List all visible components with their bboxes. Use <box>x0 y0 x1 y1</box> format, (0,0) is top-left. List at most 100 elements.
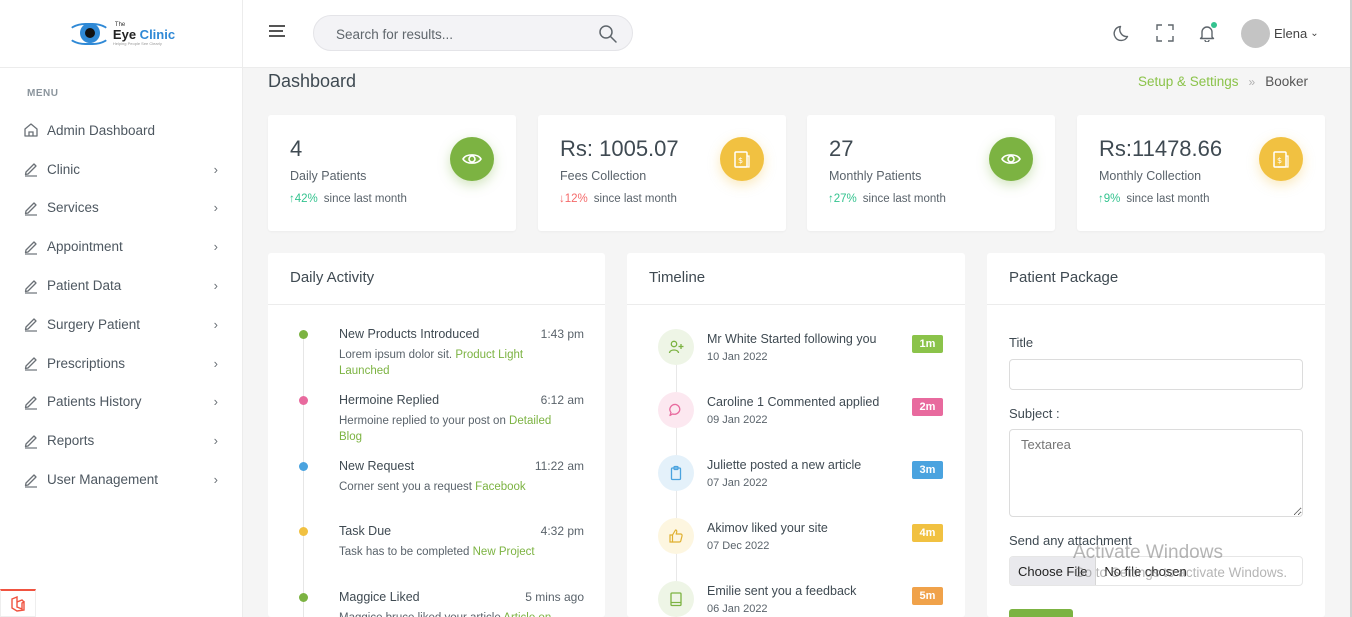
file-input[interactable]: Choose File No file chosen <box>1009 556 1303 586</box>
dark-mode-moon-icon[interactable] <box>1112 22 1134 44</box>
sidebar-item-label: Services <box>47 200 99 216</box>
search-input[interactable] <box>336 24 586 44</box>
comment-icon <box>658 392 694 428</box>
sidebar-item-patients-history[interactable]: Patients History › <box>0 383 242 422</box>
search-box <box>313 15 633 51</box>
sidebar-item-services[interactable]: Services › <box>0 189 242 228</box>
stat-change-percent: ↑27% <box>828 193 857 205</box>
sidebar-item-clinic[interactable]: Clinic › <box>0 150 242 189</box>
logo-area: The Eye Clinic Helping People See Clearl… <box>0 0 242 68</box>
panel-divider <box>987 304 1325 305</box>
sidebar-item-label: Prescriptions <box>47 355 126 371</box>
patient-package-title: Patient Package <box>1009 269 1119 286</box>
stat-change-suffix: since last month <box>593 193 677 205</box>
search-icon[interactable] <box>598 24 618 47</box>
laravel-debug-icon[interactable] <box>0 589 36 617</box>
edit-icon <box>23 394 39 410</box>
breadcrumb-separator-icon: » <box>1248 74 1256 89</box>
chevron-right-icon: › <box>213 355 218 371</box>
stat-value: 4 <box>290 136 303 161</box>
clinic-logo[interactable]: The Eye Clinic Helping People See Clearl… <box>66 21 175 47</box>
edit-icon <box>23 355 39 371</box>
sidebar-item-label: Patients History <box>47 394 142 410</box>
chevron-right-icon: › <box>213 239 218 255</box>
submit-button[interactable] <box>1009 609 1073 617</box>
activity-link[interactable]: New Project <box>473 546 535 558</box>
breadcrumb-setup-settings[interactable]: Setup & Settings <box>1138 74 1239 89</box>
sidebar-item-label: User Management <box>47 472 159 488</box>
stat-change-percent: ↓12% <box>559 193 588 205</box>
breadcrumb-booker: Booker <box>1265 74 1308 89</box>
sidebar-item-label: Surgery Patient <box>47 316 141 332</box>
patient-package-panel: Patient Package Title Subject : Send any… <box>987 253 1325 617</box>
chevron-right-icon: › <box>213 161 218 177</box>
activity-description-text: Task has to be completed <box>339 546 470 558</box>
stat-label: Monthly Patients <box>829 169 922 183</box>
stat-change-value: 9% <box>1103 193 1121 205</box>
sidebar-item-surgery-patient[interactable]: Surgery Patient › <box>0 305 242 344</box>
stat-change-suffix: since last month <box>1126 193 1210 205</box>
timeline-date: 09 Jan 2022 <box>707 414 768 426</box>
user-menu[interactable]: Elena ⌄ <box>1241 19 1319 48</box>
chevron-right-icon: › <box>213 472 218 488</box>
sidebar-item-reports[interactable]: Reports › <box>0 421 242 460</box>
chevron-down-icon: ⌄ <box>1310 28 1319 39</box>
activity-description: Lorem ipsum dolor sit. Product Light Lau… <box>339 347 559 379</box>
activity-link[interactable]: Facebook <box>475 481 526 493</box>
edit-icon <box>23 200 39 216</box>
menu-toggle-icon[interactable] <box>269 25 287 41</box>
activity-time: 11:22 am <box>534 459 584 473</box>
timeline-time-badge: 2m <box>912 398 943 416</box>
activity-dot <box>299 593 308 602</box>
page-title: Dashboard <box>268 71 357 91</box>
stat-value: Rs: 1005.07 <box>560 136 679 161</box>
activity-description-text: Corner sent you a request <box>339 481 472 493</box>
dashboard-icon <box>23 122 39 138</box>
sidebar-item-label: Reports <box>47 433 95 449</box>
sidebar-item-label: Appointment <box>47 239 123 255</box>
sidebar-menu: Admin Dashboard Clinic › Services › Appointme… <box>0 111 242 499</box>
sidebar-item-prescriptions[interactable]: Prescriptions › <box>0 344 242 383</box>
activity-description-text: Lorem ipsum dolor sit. <box>339 349 453 361</box>
sidebar-item-admin-dashboard[interactable]: Admin Dashboard <box>0 111 242 150</box>
daily-activity-panel: Daily Activity New Products Introduced 1:… <box>268 253 605 617</box>
stat-change-suffix: since last month <box>862 193 946 205</box>
timeline-date: 07 Dec 2022 <box>707 540 770 552</box>
stat-card-monthly-collection: Rs:11478.66 Monthly Collection ↑9% since la… <box>1077 115 1325 231</box>
stat-change: ↑42% since last month <box>289 193 407 205</box>
eye-icon <box>450 137 494 181</box>
edit-icon <box>23 433 39 449</box>
edit-icon <box>23 472 39 488</box>
activity-link[interactable]: Article on <box>503 612 551 617</box>
sidebar-item-user-management[interactable]: User Management › <box>0 460 242 499</box>
fullscreen-icon[interactable] <box>1154 22 1176 44</box>
stat-change-value: 12% <box>564 193 588 205</box>
activity-title: Maggice Liked <box>339 590 420 604</box>
stat-label: Daily Patients <box>290 169 367 183</box>
money-icon: $ <box>720 137 764 181</box>
logo-name-eye: Eye <box>112 26 137 42</box>
notification-bell-icon[interactable] <box>1196 22 1218 44</box>
eye-logo-icon <box>66 21 111 47</box>
sidebar-item-appointment[interactable]: Appointment › <box>0 227 242 266</box>
activity-description-text: Maggice bruce liked your article <box>339 612 501 617</box>
title-input[interactable] <box>1009 359 1303 390</box>
activity-title: Task Due <box>339 524 392 538</box>
panel-divider <box>627 304 965 305</box>
activity-description: Maggice bruce liked your article Article… <box>339 610 559 617</box>
sidebar-item-patient-data[interactable]: Patient Data › <box>0 266 242 305</box>
activity-title: New Products Introduced <box>339 327 480 341</box>
sidebar-item-label: Admin Dashboard <box>47 122 156 138</box>
activity-time: 6:12 am <box>540 393 584 407</box>
timeline-text: Emilie sent you a feedback <box>707 584 857 598</box>
stat-change-percent: ↑9% <box>1098 193 1120 205</box>
timeline-date: 10 Jan 2022 <box>707 351 768 363</box>
edit-icon <box>23 161 39 177</box>
choose-file-button[interactable]: Choose File <box>1010 557 1097 585</box>
eye-icon <box>989 137 1033 181</box>
subject-textarea[interactable] <box>1009 429 1303 517</box>
edit-icon <box>23 316 39 332</box>
stat-card-fees-collection: Rs: 1005.07 Fees Collection ↓12% since last… <box>538 115 786 231</box>
attachment-label: Send any attachment <box>1009 533 1132 548</box>
timeline-text: Caroline 1 Commented applied <box>707 395 880 409</box>
